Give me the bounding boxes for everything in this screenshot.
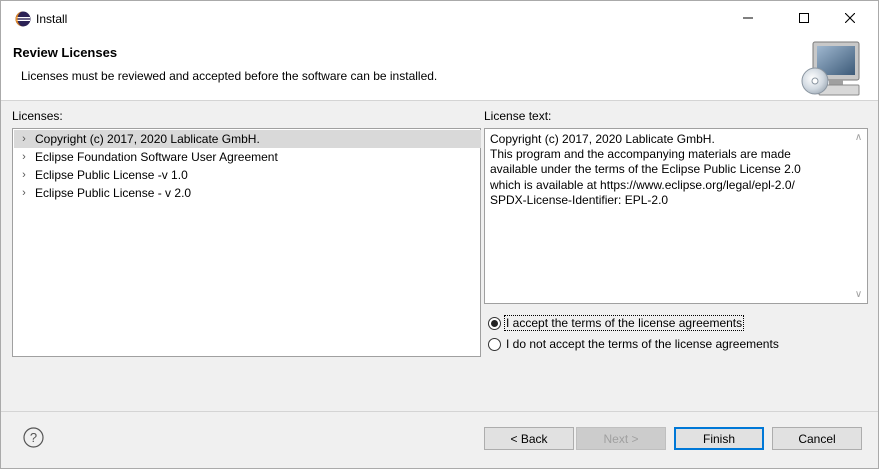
vertical-scrollbar[interactable]: ∧ ∨ bbox=[850, 129, 867, 303]
cancel-button[interactable]: Cancel bbox=[772, 427, 862, 450]
button-bar-separator bbox=[1, 411, 878, 412]
minimize-icon bbox=[743, 17, 753, 19]
decline-radio[interactable] bbox=[488, 337, 501, 351]
back-button[interactable]: < Back bbox=[484, 427, 574, 450]
tree-item-license[interactable]: › Eclipse Public License -v 1.0 bbox=[14, 166, 481, 184]
svg-text:?: ? bbox=[30, 430, 37, 445]
next-button[interactable]: Next > bbox=[576, 427, 666, 450]
help-icon[interactable]: ? bbox=[23, 427, 44, 448]
chevron-right-icon[interactable]: › bbox=[14, 148, 34, 166]
install-cd-computer-icon bbox=[801, 41, 860, 96]
tree-item-license[interactable]: › Eclipse Foundation Software User Agree… bbox=[14, 148, 481, 166]
radio-selected-dot bbox=[491, 319, 498, 327]
install-dialog: Install Review Licenses Licenses must be… bbox=[0, 0, 879, 469]
licenses-tree[interactable]: › Copyright (c) 2017, 2020 Lablicate Gmb… bbox=[12, 128, 481, 357]
tree-item-license[interactable]: › Copyright (c) 2017, 2020 Lablicate Gmb… bbox=[14, 130, 481, 148]
maximize-icon bbox=[799, 13, 809, 23]
tree-item-label: Eclipse Public License -v 1.0 bbox=[35, 168, 188, 182]
tree-item-license[interactable]: › Eclipse Public License - v 2.0 bbox=[14, 184, 481, 202]
finish-button[interactable]: Finish bbox=[674, 427, 764, 450]
licenses-label: Licenses: bbox=[12, 109, 63, 123]
accept-radio-label[interactable]: I accept the terms of the license agreem… bbox=[503, 315, 745, 331]
decline-radio-option[interactable]: I do not accept the terms of the license… bbox=[488, 335, 780, 353]
close-icon bbox=[845, 13, 855, 23]
license-text-label: License text: bbox=[484, 109, 552, 123]
accept-radio[interactable] bbox=[488, 316, 501, 330]
minimize-button[interactable] bbox=[725, 1, 771, 35]
chevron-right-icon[interactable]: › bbox=[14, 184, 34, 202]
decline-radio-label[interactable]: I do not accept the terms of the license… bbox=[505, 337, 780, 351]
wizard-header: Review Licenses Licenses must be reviewe… bbox=[1, 37, 878, 101]
tree-item-label: Copyright (c) 2017, 2020 Lablicate GmbH. bbox=[35, 132, 260, 146]
title-bar: Install bbox=[1, 1, 878, 37]
scroll-down-icon[interactable]: ∨ bbox=[850, 286, 867, 303]
page-title: Review Licenses bbox=[13, 45, 118, 60]
page-description: Licenses must be reviewed and accepted b… bbox=[21, 69, 438, 83]
license-text-content: Copyright (c) 2017, 2020 Lablicate GmbH.… bbox=[490, 132, 801, 207]
accept-radio-option[interactable]: I accept the terms of the license agreem… bbox=[488, 314, 745, 332]
chevron-right-icon[interactable]: › bbox=[14, 166, 34, 184]
tree-item-label: Eclipse Public License - v 2.0 bbox=[35, 186, 192, 200]
close-button[interactable] bbox=[827, 1, 873, 35]
scroll-up-icon[interactable]: ∧ bbox=[850, 129, 867, 146]
license-text-area[interactable]: Copyright (c) 2017, 2020 Lablicate GmbH.… bbox=[484, 128, 868, 304]
eclipse-icon bbox=[15, 11, 31, 27]
tree-item-label: Eclipse Foundation Software User Agreeme… bbox=[35, 150, 278, 164]
maximize-button[interactable] bbox=[781, 1, 827, 35]
window-title: Install bbox=[36, 12, 68, 26]
chevron-right-icon[interactable]: › bbox=[14, 130, 34, 148]
